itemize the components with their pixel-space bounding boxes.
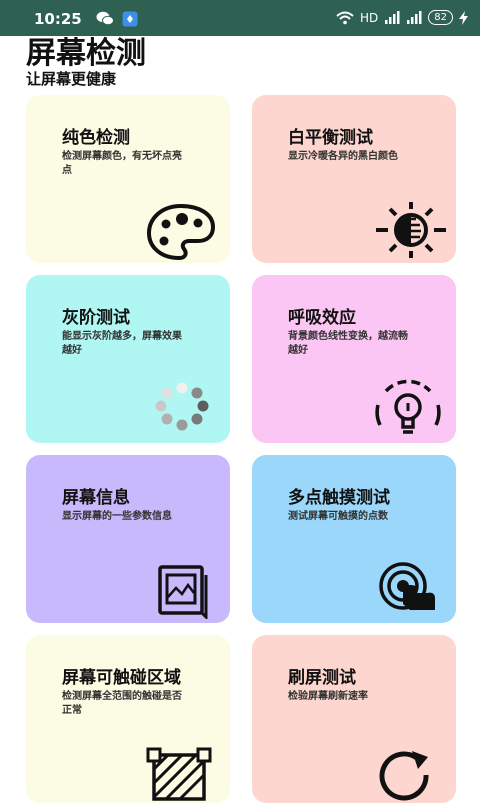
card-title: 多点触摸测试 [288,488,390,508]
network-type-label: HD [360,10,379,25]
picture-frame-icon [158,565,208,619]
card-touch-area-test[interactable]: 屏幕可触碰区域 检测屏幕全范围的触碰是否正常 [26,635,230,803]
card-refresh-test[interactable]: 刷屏测试 检验屏幕刷新速率 [252,635,456,803]
card-description: 显示屏幕的一些参数信息 [62,511,172,522]
palette-icon [146,203,216,261]
status-time: 10:25 [34,10,82,28]
brightness-icon [376,202,446,258]
card-title: 屏幕可触碰区域 [62,668,181,688]
wechat-icon [96,11,114,26]
card-description: 检测屏幕全范围的触碰是否正常 [62,691,182,716]
lightbulb-icon [375,379,441,434]
card-title: 屏幕信息 [62,488,130,508]
card-screen-info[interactable]: 屏幕信息 显示屏幕的一些参数信息 [26,455,230,623]
refresh-icon [379,751,429,801]
card-description: 检验屏幕刷新速率 [288,691,368,702]
card-description: 测试屏幕可触摸的点数 [288,511,388,522]
card-breathing-effect[interactable]: 呼吸效应 背景颜色线性变换，越流畅越好 [252,275,456,443]
status-indicators: HD 82 [336,10,468,25]
signal-4g-icon [407,11,422,24]
battery-level: 82 [428,10,453,25]
card-grayscale-test[interactable]: 灰阶测试 能显示灰阶越多，屏幕效果越好 [26,275,230,443]
page-subtitle: 让屏幕更健康 [26,70,117,88]
card-description: 背景颜色线性变换，越流畅越好 [288,331,408,356]
loading-dots-icon [155,382,209,431]
card-white-balance-test[interactable]: 白平衡测试 显示冷暖各异的黑白颜色 [252,95,456,263]
card-title: 刷屏测试 [288,668,356,688]
hatched-area-icon [146,747,212,801]
card-description: 显示冷暖各异的黑白颜色 [288,151,398,162]
status-notification-icons [96,11,138,27]
page-title: 屏幕检测 [26,36,146,71]
card-description: 能显示灰阶越多，屏幕效果越好 [62,331,182,356]
card-title: 白平衡测试 [288,128,373,148]
charging-bolt-icon [459,10,468,25]
card-solid-color-test[interactable]: 纯色检测 检测屏幕颜色，有无坏点亮点 [26,95,230,263]
signal-5g-icon [385,11,400,24]
app-badge-icon [122,11,138,27]
card-title: 灰阶测试 [62,308,130,328]
card-multi-touch-test[interactable]: 多点触摸测试 测试屏幕可触摸的点数 [252,455,456,623]
card-description: 检测屏幕颜色，有无坏点亮点 [62,151,182,176]
touch-icon [379,562,435,610]
card-title: 呼吸效应 [288,308,356,328]
wifi-icon [336,11,354,24]
card-title: 纯色检测 [62,128,130,148]
